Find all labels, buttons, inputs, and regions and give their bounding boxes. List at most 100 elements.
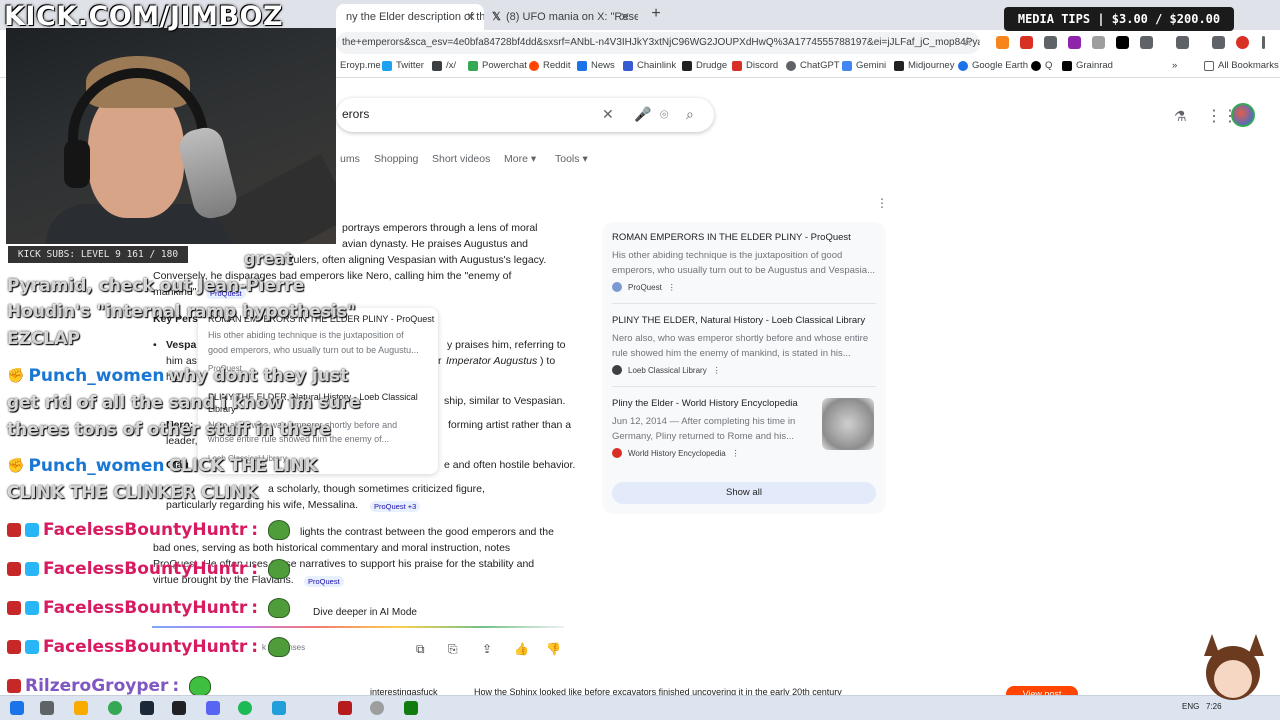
bookmark-item[interactable]: Q <box>1031 60 1052 71</box>
source-chip[interactable]: ProQuest +3 <box>370 501 421 512</box>
search-input[interactable]: erors <box>342 107 369 121</box>
extension-icon[interactable] <box>1092 36 1105 49</box>
all-bookmarks[interactable]: All Bookmarks <box>1204 60 1279 71</box>
app-icon[interactable] <box>338 701 352 715</box>
divider <box>612 386 876 387</box>
midjourney-icon <box>894 60 904 71</box>
chat-message: get rid of all the sand i know im sure <box>7 393 361 413</box>
bookmark-item[interactable]: Chainlink <box>623 60 676 71</box>
extension-icon[interactable] <box>1068 36 1081 49</box>
start-icon[interactable] <box>10 701 24 715</box>
discord-icon[interactable] <box>206 701 220 715</box>
mascot-face <box>1214 660 1252 698</box>
bookmark-item[interactable]: Drudge <box>682 60 727 71</box>
close-icon[interactable]: ✕ <box>466 4 476 30</box>
extension-icon[interactable] <box>1044 36 1057 49</box>
bookmark-item[interactable]: Eroyp.me <box>340 60 381 71</box>
dive-deeper-button[interactable]: Dive deeper in AI Mode <box>313 607 417 618</box>
chat-user: FacelessBountyHuntr: <box>7 559 291 579</box>
kebab-menu-icon[interactable] <box>1262 36 1265 49</box>
coin-thumbnail-image[interactable] <box>822 398 874 450</box>
nav-tools[interactable]: Tools ▾ <box>555 153 588 165</box>
source-chip[interactable]: ProQuest <box>304 576 344 587</box>
search-box[interactable]: erors ✕ 🎤 ⌾ ⌕ <box>336 98 714 132</box>
diamond-badge-icon <box>25 562 39 576</box>
more-options-icon[interactable]: ⋮ <box>876 196 888 210</box>
language-indicator[interactable]: ENG <box>1182 702 1199 711</box>
kebab-icon: ⋮ <box>712 365 721 375</box>
export-icon[interactable]: ⎘ <box>448 642 458 657</box>
ai-text-line: ) to <box>540 355 556 367</box>
folder-icon <box>1204 60 1214 71</box>
labs-flask-icon[interactable]: ⚗ <box>1174 108 1187 125</box>
nav-short-videos[interactable]: Short videos <box>432 153 490 165</box>
q-icon <box>1031 60 1041 71</box>
chevron-right-icon[interactable]: » <box>1172 60 1177 71</box>
avatar[interactable] <box>1231 103 1255 127</box>
user-badge-icon <box>7 523 21 537</box>
bookmark-item[interactable]: ChatGPT <box>786 60 840 71</box>
address-bar[interactable]: the+emperors&sca_esv=4e0bfa84728bf4dd&sx… <box>336 32 980 54</box>
thumbs-up-icon[interactable]: 👍 <box>514 642 529 656</box>
thumbs-down-icon[interactable]: 👎 <box>546 642 561 656</box>
source-card[interactable]: ROMAN EMPERORS IN THE ELDER PLINY - ProQ… <box>612 232 882 292</box>
show-all-button[interactable]: Show all <box>612 482 876 504</box>
nav-shopping[interactable]: Shopping <box>374 153 418 165</box>
app-icon[interactable] <box>370 701 384 715</box>
steam-icon[interactable] <box>140 701 154 715</box>
bookmark-item[interactable]: /x/ <box>432 60 456 71</box>
extension-icon[interactable] <box>1020 36 1033 49</box>
share-icon[interactable]: ⇪ <box>482 642 492 656</box>
profile-icon[interactable] <box>1236 36 1249 49</box>
ai-text-line: avian dynasty. He praises Augustus and <box>342 238 529 250</box>
terminal-icon[interactable] <box>172 701 186 715</box>
bookmark-item[interactable]: Twitter <box>382 60 424 71</box>
menu-icon[interactable] <box>1212 36 1225 49</box>
spotify-icon[interactable] <box>238 701 252 715</box>
new-tab-button[interactable]: + <box>646 5 666 25</box>
file-explorer-icon[interactable] <box>74 701 88 715</box>
tab-pliny[interactable]: ny the Elder description of th ✕ <box>336 4 484 30</box>
ai-text-italic: Imperator Augustus <box>446 355 538 367</box>
ai-text-line: portrays emperors through a lens of mora… <box>342 222 538 234</box>
chevron-down-icon: ▾ <box>530 153 537 165</box>
copy-icon[interactable]: ⧉ <box>416 642 425 657</box>
bookmark-item[interactable]: Discord <box>732 60 778 71</box>
popup-snippet: His other abiding technique is the juxta… <box>208 330 404 340</box>
google-earth-icon <box>958 60 968 71</box>
bookmark-item[interactable]: Google Earth <box>958 60 1028 71</box>
kebab-icon: ⋮ <box>731 448 740 458</box>
task-view-icon[interactable] <box>40 701 54 715</box>
nav-more[interactable]: More ▾ <box>504 153 536 165</box>
proquest-icon <box>612 282 622 292</box>
ai-text-line: rulers, often aligning Vespasian with Au… <box>290 254 547 266</box>
bookmark-item[interactable]: Grainrad <box>1062 60 1113 71</box>
search-icon[interactable]: ⌕ <box>686 106 694 123</box>
bookmark-item[interactable]: Midjourney <box>894 60 954 71</box>
bookmark-item[interactable]: News <box>577 60 615 71</box>
news-icon <box>577 60 587 71</box>
telegram-icon[interactable] <box>272 701 286 715</box>
clear-icon[interactable]: ✕ <box>602 106 614 123</box>
bookmark-item[interactable]: Powerchat <box>468 60 527 71</box>
xbox-icon[interactable] <box>404 701 418 715</box>
vespasian-label: Vespa <box>166 339 197 351</box>
microphone-icon[interactable]: 🎤 <box>634 106 651 123</box>
downloads-icon[interactable] <box>1176 36 1189 49</box>
source-card[interactable]: PLINY THE ELDER, Natural History - Loeb … <box>612 315 882 375</box>
close-icon[interactable]: ✕ <box>620 4 630 30</box>
bookmark-item[interactable]: Reddit <box>529 60 570 71</box>
chrome-icon[interactable] <box>108 701 122 715</box>
ai-text-line: forming artist rather than a <box>448 419 572 431</box>
diamond-badge-icon <box>25 640 39 654</box>
puzzle-icon[interactable] <box>1140 36 1153 49</box>
camera-icon[interactable]: ⌾ <box>660 106 668 123</box>
bookmark-item[interactable]: Gemini <box>842 60 886 71</box>
metamask-extension-icon[interactable] <box>996 36 1009 49</box>
tab-ufo-mania[interactable]: 𝕏 (8) UFO mania on X: "Research ✕ <box>486 4 638 30</box>
x-extension-icon[interactable] <box>1116 36 1129 49</box>
bookmark-star-icon[interactable]: ☆ <box>962 34 974 50</box>
chainlink-icon <box>623 60 633 71</box>
chat-message: Pyramid, check out Jean-Pierre <box>7 276 305 296</box>
nav-images[interactable]: ums <box>340 153 360 165</box>
